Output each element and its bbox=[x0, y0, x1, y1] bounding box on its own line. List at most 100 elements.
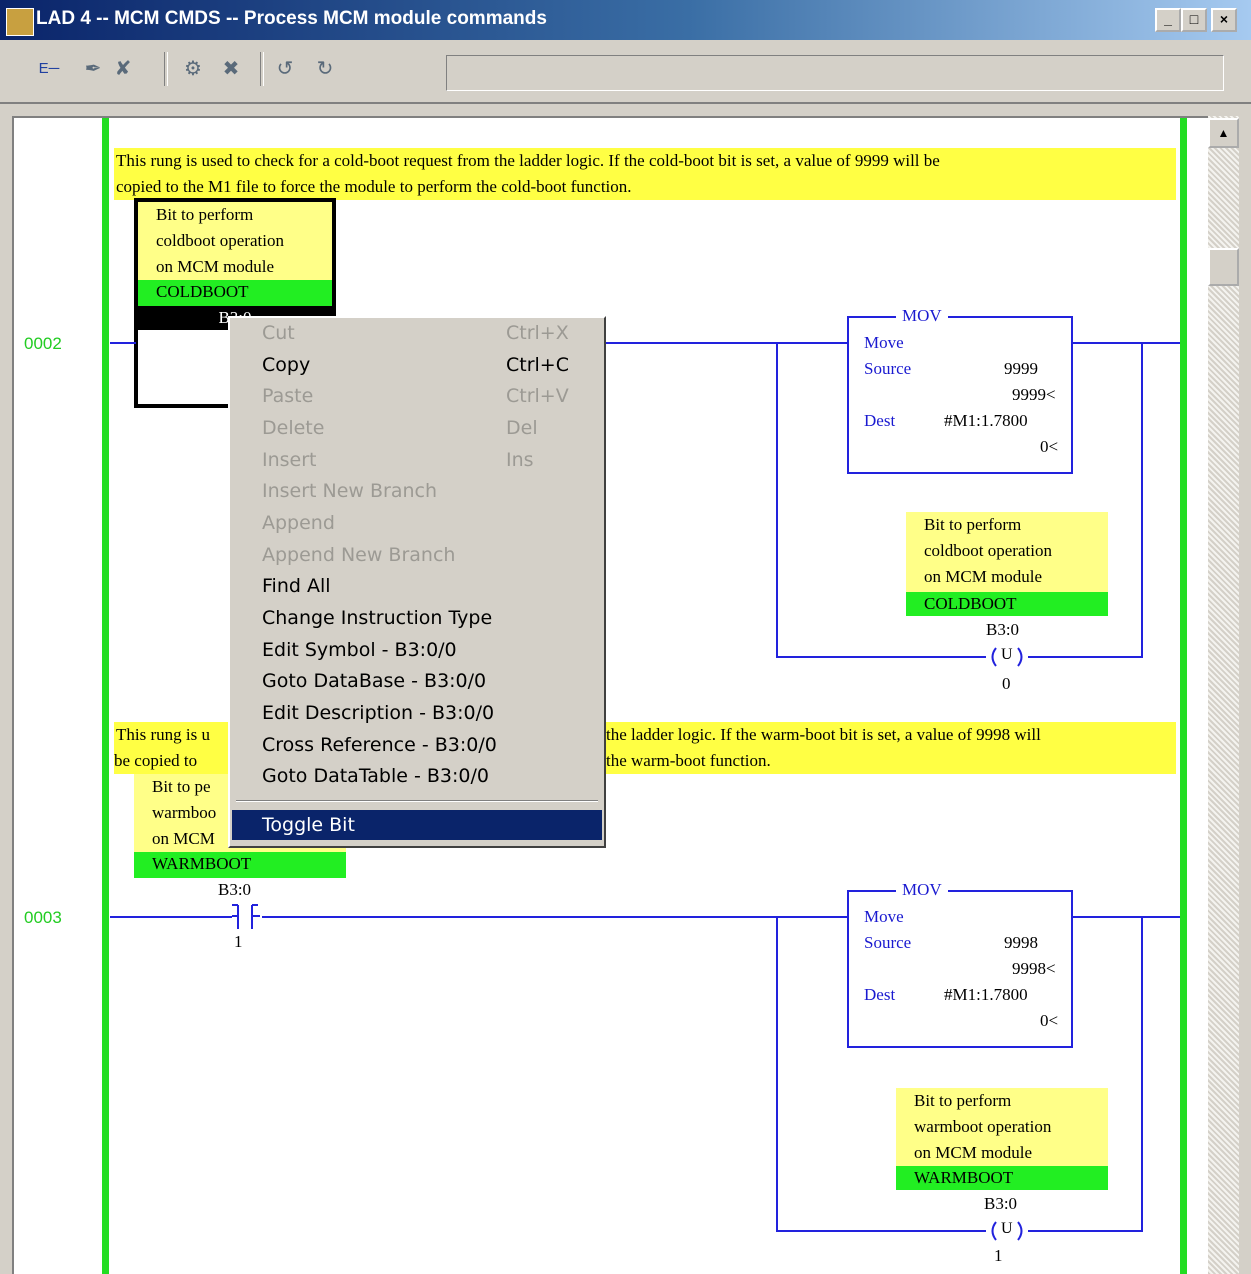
toolbar-status-field[interactable] bbox=[446, 55, 1224, 91]
window-title: LAD 4 -- MCM CMDS -- Process MCM module … bbox=[36, 8, 547, 29]
menu-item-edit-description[interactable]: Edit Description - B3:0/0 bbox=[232, 698, 602, 728]
menu-item-label: Edit Description - B3:0/0 bbox=[262, 702, 495, 724]
mov-source-value[interactable]: 9998 bbox=[1004, 933, 1038, 953]
menu-item-toggle-bit[interactable]: Toggle Bit bbox=[232, 810, 602, 840]
untest-icon[interactable]: ↻ bbox=[312, 56, 338, 82]
menu-item-label: Copy bbox=[262, 354, 311, 376]
mov-source-actual: 9998< bbox=[1012, 959, 1056, 978]
coil-description-line: Bit to perform bbox=[924, 515, 1022, 534]
scroll-thumb[interactable] bbox=[1208, 248, 1239, 286]
cancel-icon[interactable]: ✖ bbox=[218, 56, 244, 82]
menu-item-insert[interactable]: Insert Ins bbox=[232, 445, 602, 475]
test-icon[interactable]: ↺ bbox=[272, 56, 298, 82]
contact-bit: 1 bbox=[234, 932, 243, 951]
menu-item-shortcut: Ins bbox=[506, 449, 534, 471]
menu-item-label: Edit Symbol - B3:0/0 bbox=[262, 639, 457, 661]
menu-item-cut[interactable]: Cut Ctrl+X bbox=[232, 318, 602, 348]
edit-icon[interactable]: ✒ bbox=[80, 56, 106, 82]
menu-item-label: Cross Reference - B3:0/0 bbox=[262, 734, 497, 756]
mov-name: Move bbox=[864, 333, 904, 352]
branch-wire bbox=[776, 1230, 986, 1232]
rung-wire bbox=[110, 916, 232, 918]
coil-letter: U bbox=[1001, 1220, 1013, 1237]
contact-description: Bit to perform coldboot operation on MCM… bbox=[138, 202, 332, 280]
examine-on-contact[interactable] bbox=[228, 904, 264, 930]
coil-description-line: coldboot operation bbox=[924, 541, 1052, 560]
rung-comment[interactable]: This rung is used to check for a cold-bo… bbox=[114, 148, 1176, 200]
accept-icon[interactable]: ⚙ bbox=[180, 56, 206, 82]
menu-item-insert-new-branch[interactable]: Insert New Branch bbox=[232, 476, 602, 506]
mov-dest-actual: 0< bbox=[1040, 1011, 1059, 1030]
contact-icon[interactable]: E─ bbox=[36, 56, 62, 82]
close-button[interactable]: × bbox=[1211, 8, 1237, 32]
contact-description-line: Bit to perform bbox=[156, 205, 254, 224]
mov-dest-value[interactable]: #M1:1.7800 bbox=[944, 411, 1028, 431]
mov-source-actual: 9999< bbox=[1012, 385, 1056, 404]
menu-item-edit-symbol[interactable]: Edit Symbol - B3:0/0 bbox=[232, 635, 602, 665]
menu-item-label: Change Instruction Type bbox=[262, 607, 493, 629]
menu-item-label: Insert bbox=[262, 449, 317, 471]
coil-bit: 0 bbox=[1002, 674, 1011, 693]
mov-dest-value[interactable]: #M1:1.7800 bbox=[944, 985, 1028, 1005]
contact-description-line: coldboot operation bbox=[156, 231, 284, 250]
menu-item-goto-database[interactable]: Goto DataBase - B3:0/0 bbox=[232, 666, 602, 696]
menu-item-shortcut: Ctrl+C bbox=[506, 354, 569, 376]
title-bar[interactable]: LAD 4 -- MCM CMDS -- Process MCM module … bbox=[0, 0, 1251, 40]
menu-separator bbox=[236, 800, 598, 802]
coil-address: B3:0 bbox=[984, 1194, 1018, 1213]
unlatch-coil[interactable]: U bbox=[986, 644, 1028, 670]
coil-description: Bit to perform warmboot operation on MCM… bbox=[896, 1088, 1108, 1166]
menu-item-cross-reference[interactable]: Cross Reference - B3:0/0 bbox=[232, 730, 602, 760]
coil-letter: U bbox=[1001, 646, 1013, 663]
rung-comment-line: the warm-boot function. bbox=[606, 751, 771, 770]
scroll-up-button[interactable]: ▲ bbox=[1208, 118, 1239, 148]
mov-source-label: Source bbox=[864, 933, 912, 952]
coil-bit: 1 bbox=[994, 1246, 1003, 1265]
rung-number[interactable]: 0002 bbox=[24, 334, 62, 354]
menu-item-label: Delete bbox=[262, 417, 325, 439]
branch-wire bbox=[1141, 916, 1143, 1232]
coil-address: B3:0 bbox=[986, 620, 1020, 639]
minimize-button[interactable]: _ bbox=[1155, 8, 1181, 32]
rung-wire bbox=[1072, 342, 1180, 344]
edit-off-icon[interactable]: ✘ bbox=[110, 56, 136, 82]
mov-title: MOV bbox=[896, 306, 948, 326]
menu-item-label: Append bbox=[262, 512, 335, 534]
branch-wire bbox=[1141, 342, 1143, 658]
mov-dest-label: Dest bbox=[864, 411, 896, 430]
right-power-rail bbox=[1180, 118, 1187, 1274]
toolbar-separator bbox=[164, 52, 168, 86]
mov-source-value[interactable]: 9999 bbox=[1004, 359, 1038, 379]
coil-symbol: COLDBOOT bbox=[906, 592, 1108, 616]
mov-dest-label: Dest bbox=[864, 985, 896, 1004]
menu-item-copy[interactable]: Copy Ctrl+C bbox=[232, 350, 602, 380]
left-power-rail bbox=[102, 118, 109, 1274]
unlatch-coil[interactable]: U bbox=[986, 1218, 1028, 1244]
rung-comment-line: copied to the M1 file to force the modul… bbox=[116, 177, 632, 196]
app-icon bbox=[6, 8, 34, 36]
menu-item-append-new-branch[interactable]: Append New Branch bbox=[232, 540, 602, 570]
contact-symbol: COLDBOOT bbox=[138, 280, 332, 306]
branch-wire bbox=[776, 656, 986, 658]
menu-item-paste[interactable]: Paste Ctrl+V bbox=[232, 381, 602, 411]
branch-wire bbox=[1028, 1230, 1143, 1232]
branch-wire bbox=[776, 342, 778, 658]
mov-title: MOV bbox=[896, 880, 948, 900]
rung-number[interactable]: 0003 bbox=[24, 908, 62, 928]
menu-item-append[interactable]: Append bbox=[232, 508, 602, 538]
menu-item-delete[interactable]: Delete Del bbox=[232, 413, 602, 443]
menu-item-label: Append New Branch bbox=[262, 544, 456, 566]
rung-wire bbox=[604, 342, 848, 344]
coil-description-line: Bit to perform bbox=[914, 1091, 1012, 1110]
maximize-button[interactable]: □ bbox=[1181, 8, 1207, 32]
menu-item-find-all[interactable]: Find All bbox=[232, 571, 602, 601]
rung-wire bbox=[110, 342, 136, 344]
menu-item-goto-datatable[interactable]: Goto DataTable - B3:0/0 bbox=[232, 761, 602, 791]
menu-item-label: Goto DataTable - B3:0/0 bbox=[262, 765, 489, 787]
menu-item-change-instruction-type[interactable]: Change Instruction Type bbox=[232, 603, 602, 633]
contact-description-line: on MCM module bbox=[156, 257, 275, 276]
menu-item-label: Cut bbox=[262, 322, 295, 344]
branch-wire bbox=[1028, 656, 1143, 658]
toolbar-separator bbox=[260, 52, 264, 86]
vertical-scrollbar[interactable] bbox=[1208, 116, 1239, 1274]
